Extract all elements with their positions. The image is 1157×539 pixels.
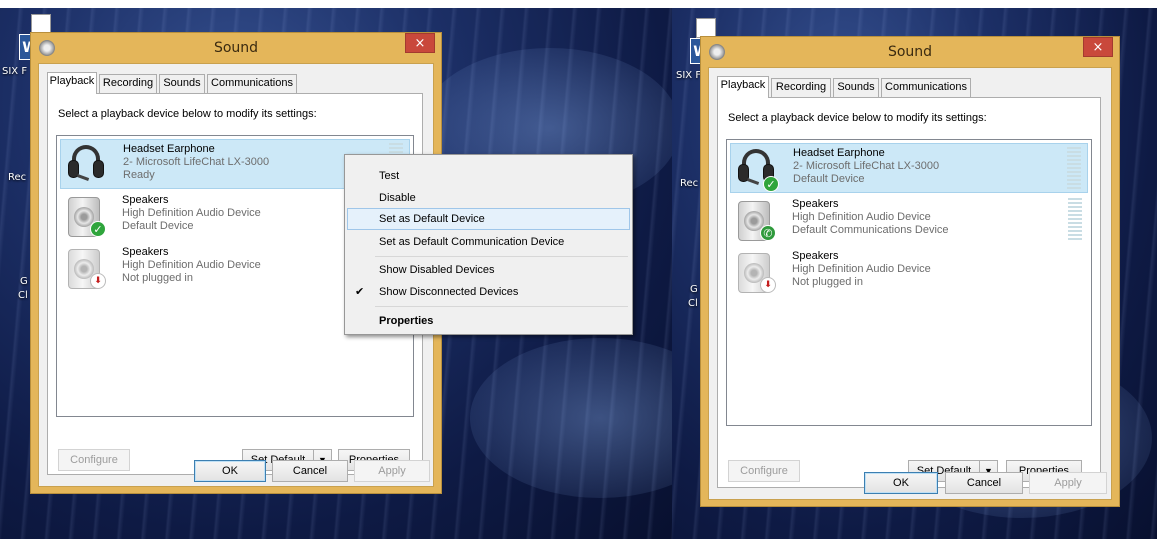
configure-button[interactable]: Configure (728, 460, 800, 482)
menu-item-disable[interactable]: Disable (347, 187, 630, 209)
device-status: Default Device (122, 220, 194, 232)
desktop-icon-label: Rec (8, 172, 27, 183)
speaker-icon: ✓ (64, 195, 106, 237)
window-title: Sound (887, 44, 933, 60)
checkmark-icon: ✔ (355, 286, 365, 298)
tab-communications[interactable]: Communications (881, 78, 971, 97)
speaker-icon: ⬇ (64, 247, 106, 289)
right-screenshot: W SIX F Rec G Cl Sound × Playback Record… (672, 8, 1157, 539)
unplugged-icon: ⬇ (90, 273, 106, 289)
close-button[interactable]: × (405, 33, 435, 53)
menu-item-properties[interactable]: Properties (347, 310, 630, 332)
menu-item-set-default-device[interactable]: Set as Default Device (347, 208, 630, 230)
document-icon[interactable] (696, 18, 716, 38)
speaker-icon: ✆ (734, 199, 776, 241)
tab-communications[interactable]: Communications (207, 74, 297, 93)
document-icon[interactable] (31, 14, 51, 34)
device-item-speakers-unplugged[interactable]: ⬇ Speakers High Definition Audio Device … (730, 247, 1088, 297)
device-list[interactable]: ✓ Headset Earphone 2- Microsoft LifeChat… (726, 139, 1092, 426)
device-status: Not plugged in (122, 272, 193, 284)
cancel-button[interactable]: Cancel (272, 460, 348, 482)
ok-button[interactable]: OK (864, 472, 938, 494)
level-meter (1068, 198, 1082, 242)
window-title: Sound (213, 40, 259, 56)
device-name: Speakers (122, 246, 169, 258)
title-bar[interactable]: Sound × (701, 37, 1119, 67)
device-description: 2- Microsoft LifeChat LX-3000 (123, 156, 270, 168)
context-menu: Test Disable Set as Default Device Set a… (344, 154, 633, 335)
desktop-icon-label: SIX F (676, 70, 702, 81)
device-description: High Definition Audio Device (122, 207, 261, 219)
headset-icon: ✓ (735, 148, 779, 192)
unplugged-icon: ⬇ (760, 277, 776, 293)
device-description: High Definition Audio Device (792, 263, 931, 275)
menu-item-show-disconnected-devices[interactable]: ✔ Show Disconnected Devices (347, 281, 630, 303)
device-status: Not plugged in (792, 276, 863, 288)
device-status: Ready (123, 169, 155, 181)
device-description: High Definition Audio Device (792, 211, 931, 223)
tab-recording[interactable]: Recording (99, 74, 157, 93)
device-name: Headset Earphone (793, 147, 885, 159)
desktop-icon-label: G (690, 284, 698, 295)
tab-playback[interactable]: Playback (717, 76, 769, 98)
configure-button[interactable]: Configure (58, 449, 130, 471)
device-name: Headset Earphone (123, 143, 215, 155)
dialog-client: Playback Recording Sounds Communications… (708, 67, 1112, 500)
cancel-button[interactable]: Cancel (945, 472, 1023, 494)
tab-sounds[interactable]: Sounds (159, 74, 205, 93)
instruction-text: Select a playback device below to modify… (58, 108, 317, 120)
device-name: Speakers (792, 250, 839, 262)
device-description: 2- Microsoft LifeChat LX-3000 (793, 160, 940, 172)
speaker-icon: ⬇ (734, 251, 776, 293)
device-status: Default Communications Device (792, 224, 949, 236)
title-bar[interactable]: Sound × (31, 33, 441, 63)
instruction-text: Select a playback device below to modify… (728, 112, 987, 124)
menu-item-test[interactable]: Test (347, 165, 630, 187)
left-screenshot: W SIX F Rec G Cl Sound × Playback Record… (0, 8, 672, 539)
desktop-icon-label: Rec (680, 178, 699, 189)
playback-tab-page: Select a playback device below to modify… (717, 97, 1101, 488)
device-status: Default Device (793, 173, 865, 185)
menu-item-label: Show Disconnected Devices (379, 286, 519, 298)
tab-recording[interactable]: Recording (771, 78, 831, 97)
apply-button[interactable]: Apply (1029, 472, 1107, 494)
apply-button[interactable]: Apply (354, 460, 430, 482)
desktop-icon-label: G (20, 276, 28, 287)
close-button[interactable]: × (1083, 37, 1113, 57)
device-item-speakers[interactable]: ✆ Speakers High Definition Audio Device … (730, 195, 1088, 245)
sound-dialog: Sound × Playback Recording Sounds Commun… (700, 36, 1120, 507)
phone-icon: ✆ (760, 225, 776, 241)
desktop-icon-label: Cl (18, 290, 28, 301)
tab-sounds[interactable]: Sounds (833, 78, 879, 97)
desktop-icon-label: Cl (688, 298, 698, 309)
headset-icon (65, 144, 105, 186)
menu-item-show-disabled-devices[interactable]: Show Disabled Devices (347, 259, 630, 281)
ok-button[interactable]: OK (194, 460, 266, 482)
device-name: Speakers (792, 198, 839, 210)
desktop-icon-label: SIX F (2, 66, 28, 77)
default-check-icon: ✓ (90, 221, 106, 237)
device-item-headset[interactable]: ✓ Headset Earphone 2- Microsoft LifeChat… (730, 143, 1088, 193)
tab-playback[interactable]: Playback (47, 72, 97, 94)
device-name: Speakers (122, 194, 169, 206)
device-description: High Definition Audio Device (122, 259, 261, 271)
menu-separator (375, 306, 628, 307)
menu-separator (375, 256, 628, 257)
default-check-icon: ✓ (763, 176, 779, 192)
level-meter (1067, 147, 1081, 191)
menu-item-set-default-communication-device[interactable]: Set as Default Communication Device (347, 231, 630, 253)
